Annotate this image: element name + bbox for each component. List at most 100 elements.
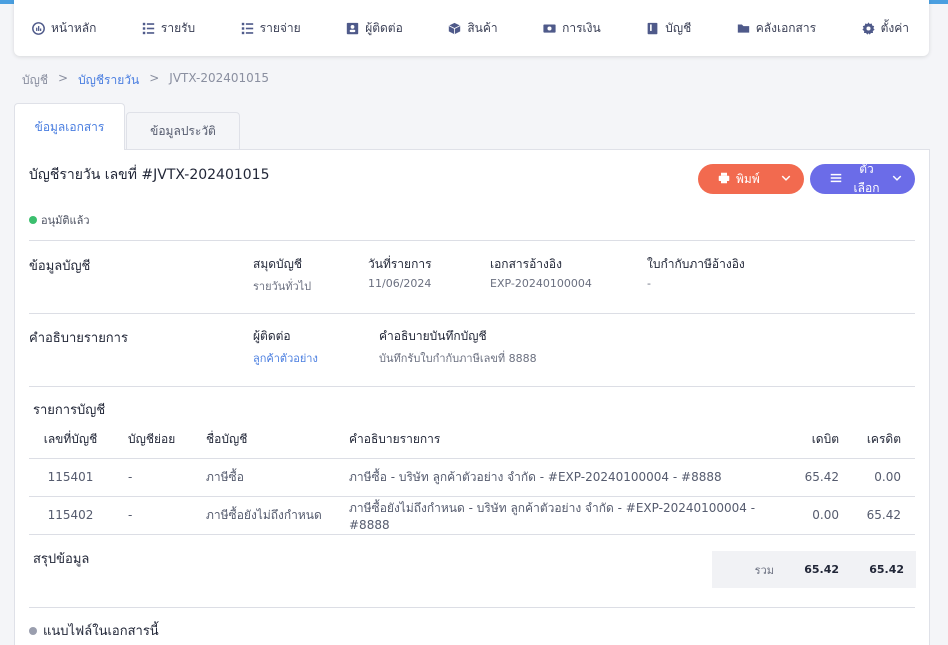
reference-value: EXP-20240100004 <box>490 277 592 290</box>
print-label: พิมพ์ <box>736 171 760 186</box>
cell-account-name: ภาษีซื้อ <box>192 458 335 497</box>
options-button[interactable]: ตัวเลือก <box>810 162 915 195</box>
printer-icon <box>718 172 730 187</box>
journal-value: รายวันทั่วไป <box>253 280 312 293</box>
cell-debit: 65.42 <box>775 458 847 497</box>
list-icon <box>142 22 155 35</box>
dashboard-icon <box>32 21 45 35</box>
col-sub-account: บัญชีย่อย <box>112 421 192 459</box>
reference-field: เอกสารอ้างอิง EXP-20240100004 <box>490 255 592 290</box>
contact-field: ผู้ติดต่อ ลูกค้าตัวอย่าง <box>253 327 318 367</box>
journal-label: สมุดบัญชี <box>253 257 303 271</box>
nav-settings[interactable]: ตั้งค่า <box>861 19 909 38</box>
breadcrumb: บัญชี > บัญชีรายวัน > JVTX-202401015 <box>22 71 269 90</box>
chevron-down-icon <box>780 172 792 187</box>
note-value: บันทึกรับใบกำกับภาษีเลขที่ 8888 <box>379 352 537 365</box>
nav-accounts-label: บัญชี <box>665 20 692 35</box>
box-icon <box>448 22 461 35</box>
nav-contacts-label: ผู้ติดต่อ <box>365 20 403 35</box>
nav-docs-label: คลังเอกสาร <box>755 20 817 35</box>
options-label: ตัวเลือก <box>853 162 880 195</box>
cell-description: ภาษีซื้อ - บริษัท ลูกค้าตัวอย่าง จำกัด -… <box>335 458 775 497</box>
cell-sub-account: - <box>112 496 192 535</box>
gear-icon <box>861 21 875 35</box>
nav-expense-label: รายจ่าย <box>259 20 301 35</box>
note-field: คำอธิบายบันทึกบัญชี บันทึกรับใบกำกับภาษี… <box>379 327 537 367</box>
date-field: วันที่รายการ 11/06/2024 <box>368 255 432 290</box>
cell-debit: 0.00 <box>775 496 847 535</box>
attachments-title: แนบไฟล์ในเอกสารนี้ <box>43 624 159 639</box>
divider <box>29 386 915 387</box>
attachments-section: แนบไฟล์ในเอกสารนี้ <box>29 620 159 641</box>
page-title: บัญชีรายวัน เลขที่ #JVTX-202401015 <box>29 167 270 183</box>
cell-description: ภาษีซื้อยังไม่ถึงกำหนด - บริษัท ลูกค้าตั… <box>335 496 775 535</box>
cell-sub-account: - <box>112 458 192 497</box>
contacts-icon <box>346 22 359 35</box>
status-dot <box>29 216 37 224</box>
nav-finance[interactable]: การเงิน <box>543 19 601 38</box>
cell-credit: 65.42 <box>847 496 915 535</box>
tax-invoice-field: ใบกำกับภาษีอ้างอิง - <box>647 255 745 290</box>
nav-income[interactable]: รายรับ <box>142 19 195 38</box>
table-row: 115402 - ภาษีซื้อยังไม่ถึงกำหนด ภาษีซื้อ… <box>29 496 915 535</box>
ledger-title: รายการบัญชี <box>33 403 106 418</box>
nav-settings-label: ตั้งค่า <box>880 20 909 35</box>
table-row: 115401 - ภาษีซื้อ ภาษีซื้อ - บริษัท ลูกค… <box>29 458 915 497</box>
total-credit: 65.42 <box>869 563 904 576</box>
breadcrumb-section[interactable]: บัญชีรายวัน <box>78 71 139 90</box>
date-value: 11/06/2024 <box>368 277 432 290</box>
col-debit: เดบิต <box>775 421 847 459</box>
col-account-code: เลขที่บัญชี <box>29 421 112 459</box>
cell-credit: 0.00 <box>847 458 915 497</box>
attachment-dot <box>29 626 37 635</box>
cell-account-code: 115402 <box>29 496 112 535</box>
total-debit: 65.42 <box>804 563 839 576</box>
nav-products-label: สินค้า <box>467 20 498 35</box>
nav-docs[interactable]: คลังเอกสาร <box>737 19 816 38</box>
tab-history[interactable]: ข้อมูลประวัติ <box>126 112 240 149</box>
status-badge: อนุมัติแล้ว <box>29 211 90 229</box>
document-card: บัญชีรายวัน เลขที่ #JVTX-202401015 พิมพ์… <box>14 149 930 645</box>
money-icon <box>543 22 556 35</box>
chevron-down-icon <box>891 172 903 187</box>
summary-title: สรุปข้อมูล <box>33 552 90 567</box>
tab-document-info[interactable]: ข้อมูลเอกสาร <box>14 103 125 150</box>
nav-expense[interactable]: รายจ่าย <box>241 19 301 38</box>
reference-label: เอกสารอ้างอิง <box>490 257 562 271</box>
table-header-row: เลขที่บัญชี บัญชีย่อย ชื่อบัญชี คำอธิบาย… <box>29 421 915 459</box>
nav-contacts[interactable]: ผู้ติดต่อ <box>346 19 403 38</box>
nav-accounts[interactable]: บัญชี <box>646 19 691 38</box>
folder-icon <box>737 22 750 35</box>
tax-invoice-label: ใบกำกับภาษีอ้างอิง <box>647 257 745 271</box>
breadcrumb-separator: > <box>58 71 69 85</box>
date-label: วันที่รายการ <box>368 257 432 271</box>
journal-field: สมุดบัญชี รายวันทั่วไป <box>253 255 311 295</box>
account-info-title: ข้อมูลบัญชี <box>29 259 91 274</box>
col-description: คำอธิบายรายการ <box>335 421 775 459</box>
description-title: คำอธิบายรายการ <box>29 331 128 346</box>
divider <box>29 607 915 608</box>
breadcrumb-current: JVTX-202401015 <box>169 71 270 85</box>
nav-income-label: รายรับ <box>160 20 196 35</box>
nav-products[interactable]: สินค้า <box>448 19 498 38</box>
divider <box>29 240 915 241</box>
cell-account-name: ภาษีซื้อยังไม่ถึงกำหนด <box>192 496 335 535</box>
ledger-table: เลขที่บัญชี บัญชีย่อย ชื่อบัญชี คำอธิบาย… <box>29 421 915 535</box>
status-text: อนุมัติแล้ว <box>41 214 90 227</box>
nav-finance-label: การเงิน <box>562 20 601 35</box>
menu-icon <box>830 172 842 187</box>
summary-totals: รวม 65.42 65.42 <box>712 551 916 588</box>
list-icon <box>241 22 254 35</box>
tab-bar: ข้อมูลเอกสาร ข้อมูลประวัติ <box>14 103 240 150</box>
cell-account-code: 115401 <box>29 458 112 497</box>
breadcrumb-separator: > <box>149 71 160 85</box>
print-button[interactable]: พิมพ์ <box>698 164 804 194</box>
contact-link[interactable]: ลูกค้าตัวอย่าง <box>253 349 318 367</box>
breadcrumb-root[interactable]: บัญชี <box>22 71 48 90</box>
col-account-name: ชื่อบัญชี <box>192 421 335 459</box>
tax-invoice-value: - <box>647 277 651 290</box>
nav-home[interactable]: หน้าหลัก <box>32 19 96 38</box>
book-icon <box>646 22 659 35</box>
nav-home-label: หน้าหลัก <box>51 20 97 35</box>
total-label: รวม <box>754 563 774 577</box>
